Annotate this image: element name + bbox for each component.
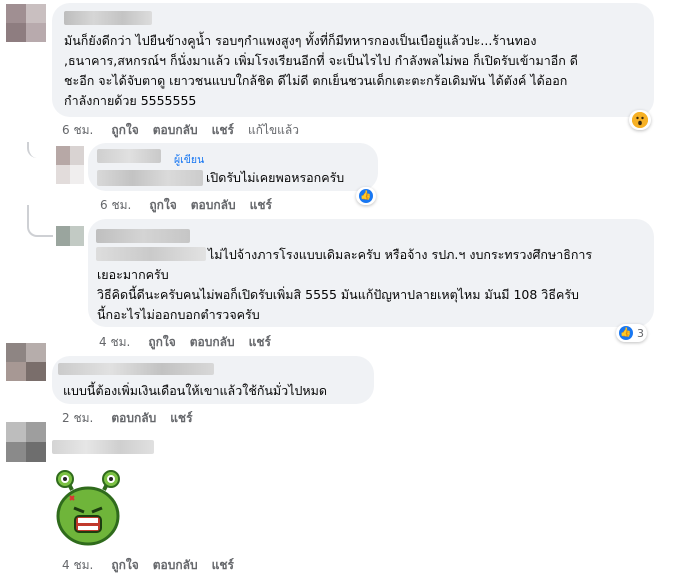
like-button[interactable]: ถูกใจ — [149, 196, 176, 215]
green-alien-sticker — [48, 470, 128, 546]
timestamp[interactable]: 2 ชม. — [62, 409, 93, 428]
comment-actions: 6 ชม. ถูกใจ ตอบกลับ แชร์ แก้ไขแล้ว — [62, 121, 313, 140]
comment-text-line: มันก็ยังดีกว่า ไปยืนข้างคูน้ำ รอบๆกำแพงส… — [64, 33, 537, 48]
comment-text-line: ,ธนาคาร,สหกรณ์ฯ ก็นั่งมาแล้ว เพิ่มโรงเรี… — [64, 53, 578, 68]
reaction-badge[interactable]: 👍 — [356, 187, 376, 205]
comment-actions: 4 ชม. ถูกใจ ตอบกลับ แชร์ — [99, 333, 285, 352]
reaction-badge[interactable] — [629, 110, 651, 130]
reaction-badge[interactable]: 👍 3 — [616, 324, 647, 342]
like-icon: 👍 — [359, 189, 373, 203]
edited-label: แก้ไขแล้ว — [247, 123, 300, 137]
reply-button[interactable]: ตอบกลับ — [111, 409, 156, 428]
avatar[interactable] — [6, 343, 46, 381]
reply-button[interactable]: ตอบกลับ — [191, 196, 236, 215]
comment-text-line: กำลังกายด้วย 5555555 — [64, 93, 197, 108]
author-name-blurred[interactable] — [58, 363, 214, 375]
reply-button[interactable]: ตอบกลับ — [153, 556, 198, 575]
share-button[interactable]: แชร์ — [212, 121, 234, 140]
timestamp[interactable]: 4 ชม. — [62, 556, 93, 575]
timestamp[interactable]: 4 ชม. — [99, 333, 130, 352]
thread-line — [27, 205, 53, 237]
avatar[interactable] — [6, 422, 46, 462]
comment-text-line: เยอะมากครับ — [97, 267, 169, 282]
reply-button[interactable]: ตอบกลับ — [190, 333, 235, 352]
avatar[interactable] — [56, 226, 84, 246]
comment-text-line: ชะอีก จะได้จับตาดู เยาวชนแบบใกล้ชิด ดีไม… — [64, 73, 568, 88]
wow-icon — [632, 112, 648, 128]
comment-text-line: นี้กอะไรไม่ออกบอกตำรวจครับ — [97, 307, 260, 322]
comment-actions: 6 ชม. ถูกใจ ตอบกลับ แชร์ — [100, 196, 286, 215]
text-blurred — [97, 170, 203, 186]
share-button[interactable]: แชร์ — [249, 333, 271, 352]
like-icon: 👍 — [619, 326, 633, 340]
share-button[interactable]: แชร์ — [170, 409, 192, 428]
author-name-blurred[interactable] — [97, 149, 161, 163]
share-button[interactable]: แชร์ — [212, 556, 234, 575]
timestamp[interactable]: 6 ชม. — [100, 196, 131, 215]
author-name-blurred[interactable] — [64, 11, 152, 25]
comment-text-line: ไม่ไปจ้างภารโรงแบบเดิมละครับ หรือจ้าง รป… — [208, 247, 593, 262]
comment-text: แบบนี้ต้องเพิ่มเงินเดือนให้เขาแล้วใช้กัน… — [63, 383, 328, 398]
comment-actions: 2 ชม. ตอบกลับ แชร์ — [62, 409, 207, 428]
comment-text-line: วิธีคิดนี้ดีนะครับคนไม่พอก็เปิดรับเพิ่มส… — [97, 287, 579, 302]
avatar[interactable] — [6, 4, 46, 42]
text-blurred — [96, 247, 206, 261]
author-name-blurred[interactable] — [52, 440, 154, 454]
share-button[interactable]: แชร์ — [250, 196, 272, 215]
reaction-count: 3 — [637, 326, 644, 340]
comment-actions: 4 ชม. ถูกใจ ตอบกลับ แชร์ — [62, 556, 248, 575]
reply-button[interactable]: ตอบกลับ — [153, 121, 198, 140]
avatar[interactable] — [56, 146, 84, 184]
comment-text: เปิดรับไม่เคยพอหรอกครับ — [206, 170, 345, 185]
like-button[interactable]: ถูกใจ — [111, 121, 138, 140]
like-button[interactable]: ถูกใจ — [111, 556, 138, 575]
like-button[interactable]: ถูกใจ — [148, 333, 175, 352]
thread-line — [27, 142, 53, 158]
author-name-blurred[interactable] — [96, 229, 190, 243]
author-badge: ผู้เขียน — [174, 154, 205, 166]
timestamp[interactable]: 6 ชม. — [62, 121, 93, 140]
